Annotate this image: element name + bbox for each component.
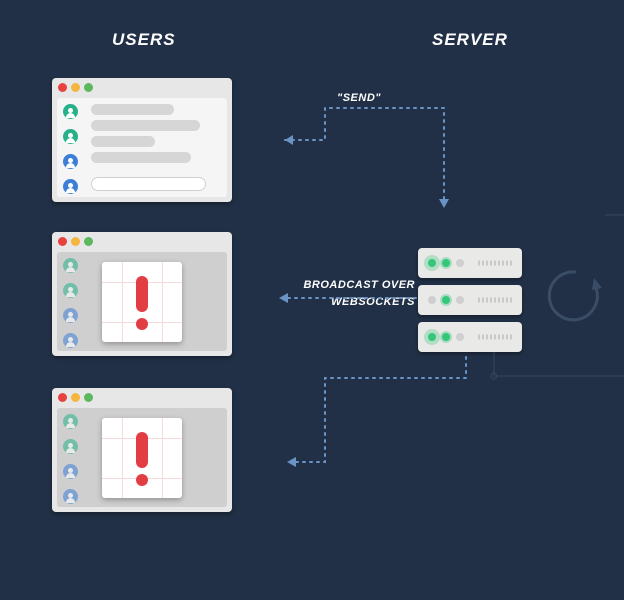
server-led-icon: [456, 296, 464, 304]
exclamation-icon: [136, 432, 148, 468]
user-avatar-icon: [63, 154, 78, 169]
exclamation-icon: [136, 318, 148, 330]
user-list-sidebar: [57, 252, 87, 351]
user-avatar-icon: [63, 439, 78, 454]
refresh-icon: [548, 268, 604, 324]
window-close-dot: [58, 237, 67, 246]
chat-column: [87, 98, 227, 197]
send-label: "SEND": [337, 90, 381, 107]
user-browser-1: [52, 78, 232, 202]
user-avatar-icon: [63, 129, 78, 144]
user-avatar-icon: [63, 283, 78, 298]
window-close-dot: [58, 393, 67, 402]
window-titlebar: [52, 388, 232, 406]
broadcast-label-line1: BROADCAST OVER: [303, 279, 415, 291]
server-led-icon: [442, 259, 450, 267]
user-avatar-icon: [63, 333, 78, 348]
user-avatar-icon: [63, 104, 78, 119]
user-avatar-icon: [63, 179, 78, 194]
users-heading: USERS: [112, 30, 176, 50]
chat-bubble: [91, 136, 155, 147]
server-led-icon: [456, 333, 464, 341]
window-max-dot: [84, 393, 93, 402]
server-led-icon: [428, 296, 436, 304]
exclamation-icon: [136, 474, 148, 486]
server-led-icon: [428, 259, 436, 267]
user-avatar-icon: [63, 308, 78, 323]
server-rack: [418, 248, 522, 278]
chat-bubble: [91, 104, 174, 115]
window-max-dot: [84, 83, 93, 92]
user-list-sidebar: [57, 408, 87, 507]
user-browser-2: [52, 232, 232, 356]
server-led-icon: [442, 333, 450, 341]
user-avatar-icon: [63, 414, 78, 429]
window-max-dot: [84, 237, 93, 246]
user-avatar-icon: [63, 464, 78, 479]
window-close-dot: [58, 83, 67, 92]
server-stack: [418, 248, 522, 359]
window-min-dot: [71, 393, 80, 402]
chat-bubble: [91, 120, 200, 131]
broadcast-label-line2: WEBSOCKETS: [331, 296, 415, 308]
window-content: [57, 98, 227, 197]
error-dialog: [102, 262, 182, 342]
window-min-dot: [71, 83, 80, 92]
user-list-sidebar: [57, 98, 87, 197]
server-rack: [418, 322, 522, 352]
exclamation-icon: [136, 276, 148, 312]
window-titlebar: [52, 232, 232, 250]
user-avatar-icon: [63, 489, 78, 504]
server-led-icon: [442, 296, 450, 304]
error-dialog: [102, 418, 182, 498]
chat-bubble: [91, 152, 191, 163]
window-min-dot: [71, 237, 80, 246]
broadcast-label: BROADCAST OVER WEBSOCKETS: [295, 277, 415, 310]
server-led-icon: [456, 259, 464, 267]
server-rack: [418, 285, 522, 315]
server-led-icon: [428, 333, 436, 341]
user-browser-3: [52, 388, 232, 512]
user-avatar-icon: [63, 258, 78, 273]
server-heading: SERVER: [432, 30, 508, 50]
chat-input: [91, 177, 206, 191]
window-titlebar: [52, 78, 232, 96]
